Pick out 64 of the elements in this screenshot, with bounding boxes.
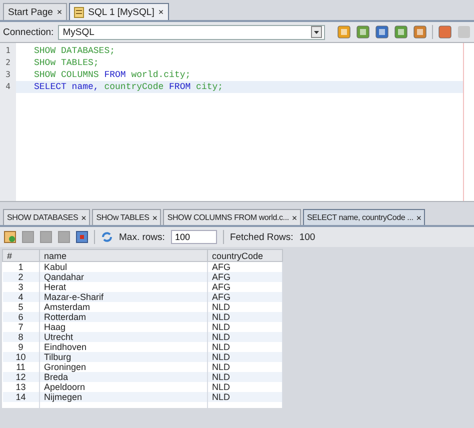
table-cell: NLD [208, 392, 282, 402]
close-icon[interactable]: × [81, 212, 86, 222]
editor-tab[interactable]: Start Page × [3, 3, 68, 20]
column-header[interactable]: # [2, 250, 40, 262]
table-cell: 12 [2, 372, 40, 382]
toolbar-icon[interactable] [394, 25, 408, 39]
result-tab[interactable]: SHOW COLUMNS FROM world.c... × [163, 209, 301, 225]
table-cell: Tilburg [40, 352, 208, 362]
editor-tab[interactable]: SQL 1 [MySQL] × [69, 3, 169, 20]
code-line: SHOW DATABASES; [33, 45, 116, 57]
table-cell: NLD [208, 332, 282, 342]
tab-label: Start Page [8, 6, 53, 18]
tab-label: SHOW COLUMNS FROM world.c... [167, 213, 289, 222]
tab-label: SQL 1 [MySQL] [88, 6, 154, 18]
result-tab[interactable]: SHOw TABLES × [92, 209, 162, 225]
connection-label: Connection: [3, 26, 54, 38]
stop-icon[interactable] [76, 231, 88, 243]
table-cell: Mazar-e-Sharif [40, 292, 208, 302]
table-cell: Nijmegen [40, 392, 208, 402]
tab-label: SHOw TABLES [96, 213, 150, 222]
close-icon[interactable]: × [416, 212, 422, 222]
tab-label: SELECT name, countryCode ... [306, 213, 414, 222]
table-cell: Breda [40, 372, 208, 382]
table-cell: 10 [2, 352, 40, 362]
table-cell: NLD [208, 352, 282, 362]
toolbar-icon[interactable] [375, 25, 389, 39]
toolbar-icon[interactable] [356, 25, 370, 39]
connection-dropdown[interactable]: MySQL [58, 24, 325, 40]
result-tab[interactable]: SELECT name, countryCode ... × [302, 209, 426, 225]
max-rows-field[interactable]: 100 [170, 230, 217, 244]
refresh-icon[interactable] [101, 231, 113, 243]
table-cell: 2 [2, 272, 40, 282]
table-cell: Qandahar [40, 272, 208, 282]
table-cell: AFG [208, 292, 282, 302]
code-line: SHOw TABLES; [33, 57, 100, 69]
column-header[interactable]: name [40, 250, 208, 262]
toolbar-icon[interactable] [337, 25, 351, 39]
close-icon[interactable]: × [292, 212, 297, 222]
max-rows-label: Max. rows: [119, 232, 165, 242]
table-cell: 6 [2, 312, 40, 322]
close-icon[interactable]: × [152, 212, 158, 222]
toolbar-icon[interactable] [413, 25, 427, 39]
toolbar-icon[interactable] [438, 25, 452, 39]
table-cell: Utrecht [40, 332, 208, 342]
grid-icon[interactable] [4, 231, 16, 243]
fetched-rows-count: 100 [299, 232, 316, 242]
column-header[interactable]: countryCode [208, 250, 282, 262]
fetched-rows-label: Fetched Rows: [230, 232, 294, 242]
line-number: 4 [4, 81, 12, 93]
close-icon[interactable]: × [56, 7, 62, 17]
code-line: SHOW COLUMNS FROM world.city; [33, 69, 192, 81]
line-number: 1 [4, 45, 12, 57]
line-number: 3 [4, 69, 12, 81]
tab-label: SHOW DATABASES [7, 213, 78, 222]
table-cell: AFG [208, 272, 282, 282]
table-cell: 8 [2, 332, 40, 342]
table-cell: NLD [208, 312, 282, 322]
table-cell: 14 [2, 392, 40, 402]
close-icon[interactable]: × [158, 7, 164, 17]
table-cell: NLD [208, 372, 282, 382]
table-cell: 4 [2, 292, 40, 302]
line-number: 2 [4, 57, 12, 69]
table-cell: Rotterdam [40, 312, 208, 322]
result-tab[interactable]: SHOW DATABASES × [3, 209, 90, 225]
